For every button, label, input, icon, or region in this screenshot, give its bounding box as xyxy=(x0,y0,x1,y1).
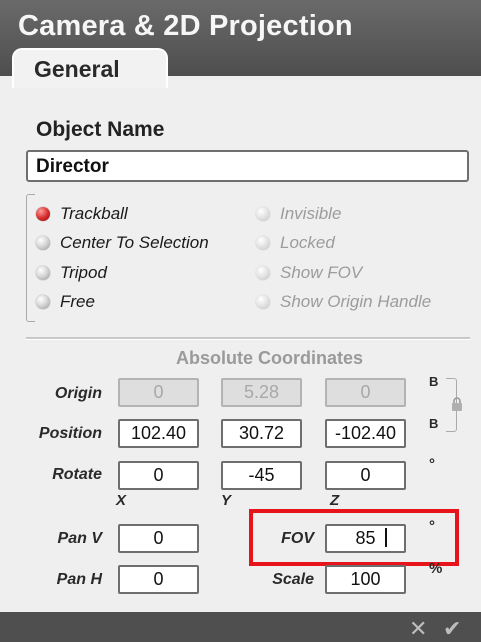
radio-free-label: Free xyxy=(60,292,95,311)
scale-percent-suffix: % xyxy=(429,560,443,577)
rotate-y-field[interactable]: -45 xyxy=(221,461,302,490)
x-icon[interactable]: ✕ xyxy=(409,616,427,642)
origin-z-field[interactable]: 0 xyxy=(325,378,406,407)
pan-v-label: Pan V xyxy=(57,530,102,547)
pan-v-field[interactable]: 0 xyxy=(118,524,199,553)
object-name-input[interactable]: Director xyxy=(26,150,469,182)
radio-disabled-icon xyxy=(256,295,270,309)
radio-center-to-selection-label: Center To Selection xyxy=(60,233,209,252)
toggle-locked-label: Locked xyxy=(280,233,335,252)
mode-group-bracket xyxy=(26,194,35,322)
radio-disabled-icon xyxy=(256,207,270,221)
position-x-field[interactable]: 102.40 xyxy=(118,419,199,448)
toggle-show-fov-label: Show FOV xyxy=(280,263,363,282)
position-z-field[interactable]: -102.40 xyxy=(325,419,406,448)
pan-h-label: Pan H xyxy=(56,571,102,588)
origin-y-field[interactable]: 5.28 xyxy=(221,378,302,407)
radio-tripod-label: Tripod xyxy=(60,263,107,282)
tab-general[interactable]: General xyxy=(12,48,168,88)
radio-tripod[interactable]: Tripod xyxy=(36,263,107,283)
check-icon[interactable]: ✔ xyxy=(443,616,461,642)
window-title: Camera & 2D Projection xyxy=(18,10,353,42)
toggle-locked[interactable]: Locked xyxy=(256,233,335,253)
toggle-invisible-label: Invisible xyxy=(280,204,342,223)
radio-free[interactable]: Free xyxy=(36,292,95,312)
absolute-coordinates-title: Absolute Coordinates xyxy=(176,348,364,368)
rotate-degree-suffix: ° xyxy=(429,456,435,473)
position-units-suffix: B xyxy=(429,416,439,431)
pan-h-field[interactable]: 0 xyxy=(118,565,199,594)
object-name-label: Object Name xyxy=(36,118,165,141)
radio-trackball-label: Trackball xyxy=(60,204,128,223)
rotate-label: Rotate xyxy=(52,466,102,483)
toggle-show-fov[interactable]: Show FOV xyxy=(256,263,362,283)
radio-icon xyxy=(36,236,50,250)
origin-units-suffix: B xyxy=(429,374,439,389)
scale-label: Scale xyxy=(272,571,314,588)
tab-general-label: General xyxy=(34,56,120,82)
position-label: Position xyxy=(38,425,102,442)
lock-icon[interactable] xyxy=(451,397,463,411)
rotate-z-field[interactable]: 0 xyxy=(325,461,406,490)
radio-trackball[interactable]: Trackball xyxy=(36,204,128,224)
radio-icon xyxy=(36,266,50,280)
radio-selected-icon xyxy=(36,207,50,221)
toggle-show-origin-handle[interactable]: Show Origin Handle xyxy=(256,292,431,312)
radio-center-to-selection[interactable]: Center To Selection xyxy=(36,233,209,253)
fov-highlight-box xyxy=(249,509,459,566)
section-divider xyxy=(26,337,470,340)
rotate-x-field[interactable]: 0 xyxy=(118,461,199,490)
radio-icon xyxy=(36,295,50,309)
axis-z-label: Z xyxy=(330,492,340,509)
axis-x-label: X xyxy=(116,492,127,509)
scale-field[interactable]: 100 xyxy=(325,565,406,594)
toggle-invisible[interactable]: Invisible xyxy=(256,204,341,224)
radio-disabled-icon xyxy=(256,266,270,280)
toggle-show-origin-handle-label: Show Origin Handle xyxy=(280,292,432,311)
radio-disabled-icon xyxy=(256,236,270,250)
origin-label: Origin xyxy=(54,385,102,402)
axis-y-label: Y xyxy=(221,492,232,509)
origin-x-field[interactable]: 0 xyxy=(118,378,199,407)
position-y-field[interactable]: 30.72 xyxy=(221,419,302,448)
